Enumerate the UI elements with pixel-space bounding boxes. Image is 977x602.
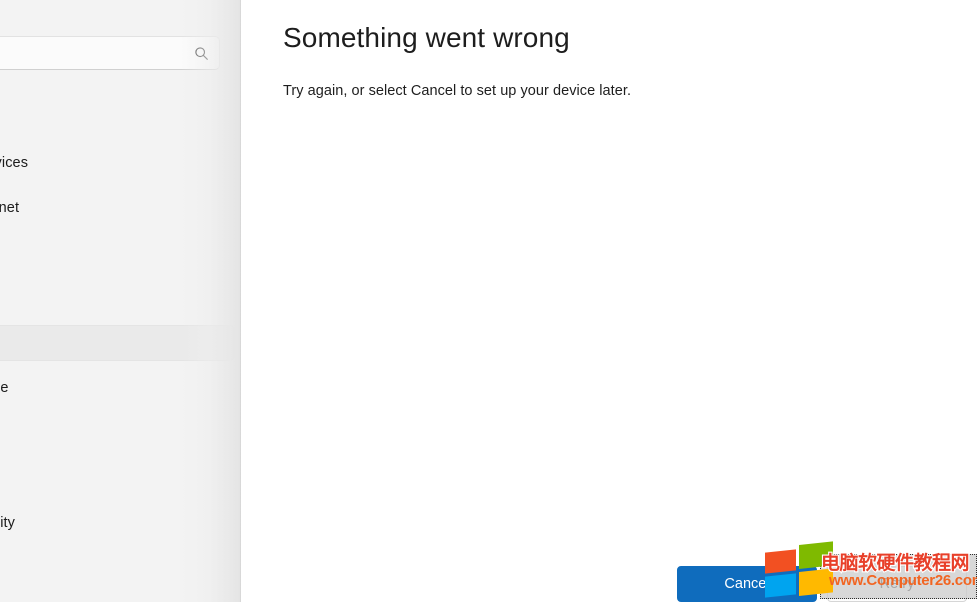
sidebar-item-apps[interactable]: Apps xyxy=(0,280,235,316)
search-box-container xyxy=(0,36,220,70)
retry-button[interactable]: Retry xyxy=(827,566,967,602)
sidebar-item-label: Bluetooth & devices xyxy=(0,155,29,171)
cancel-button-label: Cancel xyxy=(724,576,770,592)
sidebar-item-label: Time & language xyxy=(0,380,9,396)
sidebar-item-system[interactable]: System xyxy=(0,100,235,136)
page-title: Something went wrong xyxy=(283,22,570,53)
search-input[interactable] xyxy=(0,37,187,69)
sidebar-item-time-language[interactable]: Time & language xyxy=(0,370,235,406)
cancel-button[interactable]: Cancel xyxy=(677,566,817,602)
search-icon[interactable] xyxy=(191,43,211,63)
sidebar-item-accessibility[interactable]: Accessibility xyxy=(0,460,235,496)
dialog-action-bar: Cancel Retry xyxy=(677,566,967,602)
sidebar-item-personalization[interactable]: Personalization xyxy=(0,235,235,271)
search-box[interactable] xyxy=(0,36,220,70)
sidebar-item-privacy-security[interactable]: Privacy & security xyxy=(0,505,235,541)
sidebar-item-bluetooth-devices[interactable]: Bluetooth & devices xyxy=(0,145,235,181)
sidebar: System Bluetooth & devices Network & int… xyxy=(0,0,241,602)
main-content: Something went wrong Try again, or selec… xyxy=(241,0,977,602)
sidebar-item-label: Privacy & security xyxy=(0,515,16,531)
sidebar-item-gaming[interactable]: Gaming xyxy=(0,415,235,451)
settings-window: System Bluetooth & devices Network & int… xyxy=(0,0,977,602)
sidebar-item-label: Network & internet xyxy=(0,200,20,216)
sidebar-item-network-internet[interactable]: Network & internet xyxy=(0,190,235,226)
sidebar-content: System Bluetooth & devices Network & int… xyxy=(0,0,241,602)
retry-button-label: Retry xyxy=(879,576,915,592)
sidebar-item-accounts[interactable]: Accounts xyxy=(0,325,235,361)
page-subtitle: Try again, or select Cancel to set up yo… xyxy=(283,83,632,99)
sidebar-nav: System Bluetooth & devices Network & int… xyxy=(0,96,241,550)
